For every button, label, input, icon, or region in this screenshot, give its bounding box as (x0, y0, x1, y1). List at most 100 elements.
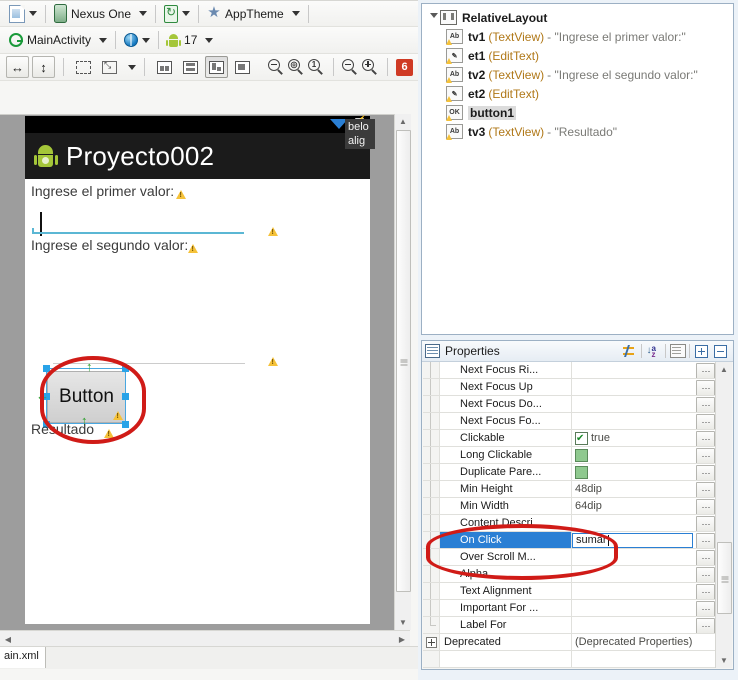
tree-expander[interactable] (428, 13, 440, 22)
show-advanced-button[interactable] (620, 343, 639, 360)
property-value[interactable]: 64dip ⋯ (572, 498, 717, 514)
property-ellipsis-button[interactable]: ⋯ (696, 362, 715, 378)
scroll-left-arrow-icon[interactable]: ◀ (0, 631, 16, 647)
match-width-button[interactable] (6, 56, 29, 78)
property-value[interactable]: sumar ⋯ (572, 532, 717, 548)
properties-vscroll-thumb[interactable] (717, 542, 732, 614)
zoom-fit-button[interactable]: ◎ (288, 58, 305, 76)
tab-main-xml[interactable]: ain.xml (0, 647, 46, 668)
property-row[interactable]: Next Focus Fo... ⋯ (423, 413, 717, 430)
property-value[interactable]: ⋯ (572, 362, 717, 378)
property-row-content-description[interactable]: Content Descri... ⋯ (423, 515, 717, 532)
property-ellipsis-button[interactable]: ⋯ (696, 481, 715, 497)
zoom-100-button[interactable]: 1 (308, 58, 325, 76)
property-row-min-width[interactable]: Min Width 64dip ⋯ (423, 498, 717, 515)
filter-button[interactable] (668, 343, 687, 360)
properties-vscrollbar[interactable]: ▲ ▼ (715, 362, 732, 668)
property-value[interactable]: true ⋯ (572, 430, 717, 446)
property-row-long-clickable[interactable]: Long Clickable ⋯ (423, 447, 717, 464)
property-row[interactable]: Next Focus Ri... ⋯ (423, 362, 717, 379)
property-ellipsis-button[interactable]: ⋯ (696, 430, 715, 446)
layout-config-dropdown[interactable] (6, 3, 40, 25)
checkbox-icon[interactable] (575, 448, 588, 462)
property-ellipsis-button[interactable]: ⋯ (696, 566, 715, 582)
preview-label-tv3[interactable]: Resultado (31, 421, 94, 437)
property-ellipsis-button[interactable]: ⋯ (696, 447, 715, 463)
scroll-right-arrow-icon[interactable]: ▶ (394, 631, 410, 647)
property-ellipsis-button[interactable]: ⋯ (696, 600, 715, 616)
property-ellipsis-button[interactable]: ⋯ (696, 532, 715, 548)
property-value[interactable]: ⋯ (572, 447, 717, 463)
property-value[interactable]: ⋯ (572, 379, 717, 395)
canvas-hscrollbar[interactable]: ◀ ▶ (0, 630, 410, 647)
collapse-all-button[interactable] (711, 343, 730, 360)
property-value[interactable]: ⋯ (572, 600, 717, 616)
warning-icon[interactable] (268, 357, 278, 366)
outline-mode-button[interactable] (98, 56, 121, 78)
device-dropdown[interactable]: Nexus One (51, 3, 150, 25)
expand-all-button[interactable] (692, 343, 711, 360)
property-ellipsis-button[interactable]: ⋯ (696, 396, 715, 412)
property-ellipsis-button[interactable]: ⋯ (696, 515, 715, 531)
property-row-deprecated[interactable]: Deprecated (Deprecated Properties) (423, 634, 717, 651)
chevron-down-icon[interactable] (128, 64, 136, 70)
layout-structure-4-button[interactable] (231, 56, 254, 78)
preview-label-tv2[interactable]: Ingrese el segundo valor: (31, 237, 188, 253)
locale-dropdown[interactable] (121, 29, 153, 51)
layout-structure-2-button[interactable] (179, 56, 202, 78)
warning-icon[interactable] (113, 411, 123, 420)
tree-row-root[interactable]: RelativeLayout (428, 8, 733, 27)
property-row[interactable]: Next Focus Up ⋯ (423, 379, 717, 396)
property-ellipsis-button[interactable]: ⋯ (696, 549, 715, 565)
property-ellipsis-button[interactable]: ⋯ (696, 498, 715, 514)
theme-dropdown[interactable]: ★ AppTheme (204, 3, 303, 25)
tree-row-et2[interactable]: ✎ et2 (EditText) (428, 84, 733, 103)
property-row-clickable[interactable]: Clickable true ⋯ (423, 430, 717, 447)
zoom-out-fit-button[interactable] (268, 58, 285, 76)
match-height-button[interactable] (32, 56, 55, 78)
property-value[interactable]: ⋯ (572, 617, 717, 633)
warning-icon[interactable] (104, 429, 114, 438)
tree-row-tv3[interactable]: Ab tv3 (TextView) - "Resultado" (428, 122, 733, 141)
device-preview[interactable]: Proyecto002 Ingrese el primer valor: Ing… (25, 116, 370, 624)
property-value[interactable]: ⋯ (572, 583, 717, 599)
property-ellipsis-button[interactable]: ⋯ (696, 464, 715, 480)
scroll-up-arrow-icon[interactable]: ▲ (716, 362, 732, 377)
tree-row-tv2[interactable]: Ab tv2 (TextView) - "Ingrese el segundo … (428, 65, 733, 84)
property-row-on-click[interactable]: On Click sumar ⋯ (423, 532, 717, 549)
property-row-label-for[interactable]: Label For ⋯ (423, 617, 717, 634)
sort-alphabetically-button[interactable]: ↓ a z (644, 343, 663, 360)
design-canvas[interactable]: Proyecto002 Ingrese el primer valor: Ing… (0, 114, 404, 631)
row-gutter[interactable] (423, 634, 440, 650)
selection-handle-tr[interactable] (122, 365, 129, 372)
warning-icon[interactable] (176, 190, 186, 199)
layout-structure-1-button[interactable] (153, 56, 176, 78)
property-row-duplicate-parent[interactable]: Duplicate Pare... ⋯ (423, 464, 717, 481)
property-value[interactable]: ⋯ (572, 413, 717, 429)
preview-edittext-et2[interactable] (53, 363, 245, 364)
property-ellipsis-button[interactable]: ⋯ (696, 583, 715, 599)
warning-icon[interactable] (188, 244, 198, 253)
checkbox-icon[interactable] (575, 465, 588, 479)
property-row-text-alignment[interactable]: Text Alignment ⋯ (423, 583, 717, 600)
property-ellipsis-button[interactable]: ⋯ (696, 617, 715, 633)
warning-icon[interactable] (268, 227, 278, 236)
property-value[interactable]: ⋯ (572, 515, 717, 531)
zoom-plus-button[interactable] (362, 58, 379, 76)
property-row[interactable]: Next Focus Do... ⋯ (423, 396, 717, 413)
property-value[interactable]: ⋯ (572, 549, 717, 565)
property-value[interactable]: 48dip ⋯ (572, 481, 717, 497)
property-ellipsis-button[interactable]: ⋯ (696, 379, 715, 395)
tree-row-et1[interactable]: ✎ et1 (EditText) (428, 46, 733, 65)
selection-handle-r[interactable] (122, 393, 129, 400)
scroll-up-arrow-icon[interactable]: ▲ (395, 114, 411, 129)
outline-tree[interactable]: RelativeLayout Ab tv1 (TextView) - "Ingr… (422, 4, 733, 141)
property-row-min-height[interactable]: Min Height 48dip ⋯ (423, 481, 717, 498)
on-click-input[interactable]: sumar (572, 532, 693, 548)
scroll-down-arrow-icon[interactable]: ▼ (716, 653, 732, 668)
property-value[interactable]: ⋯ (572, 396, 717, 412)
checkbox-icon[interactable] (575, 431, 588, 446)
tree-row-tv1[interactable]: Ab tv1 (TextView) - "Ingrese el primer v… (428, 27, 733, 46)
api-level-dropdown[interactable]: 17 (164, 29, 216, 51)
property-value[interactable]: ⋯ (572, 566, 717, 582)
